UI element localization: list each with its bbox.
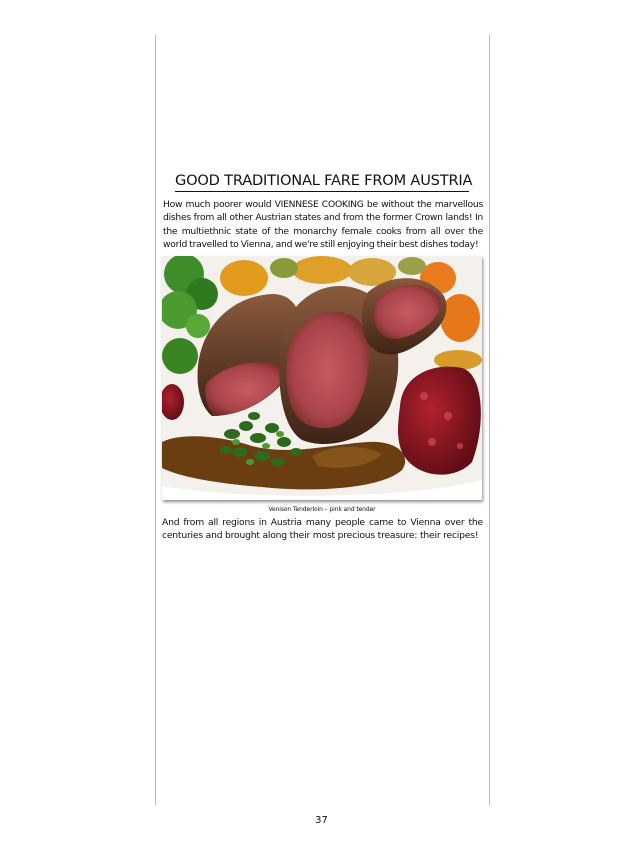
venison-photo: [162, 256, 482, 500]
intro-paragraph: How much poorer would VIENNESE COOKING b…: [163, 199, 483, 251]
right-margin-rule: [489, 35, 490, 805]
left-margin-rule: [155, 35, 156, 805]
photo-caption: Venison Tenderloin – pink and tender: [268, 506, 376, 513]
closing-paragraph: And from all regions in Austria many peo…: [162, 517, 483, 542]
section-heading: GOOD TRADITIONAL FARE FROM AUSTRIA: [175, 172, 472, 192]
page-number: 37: [315, 815, 328, 826]
